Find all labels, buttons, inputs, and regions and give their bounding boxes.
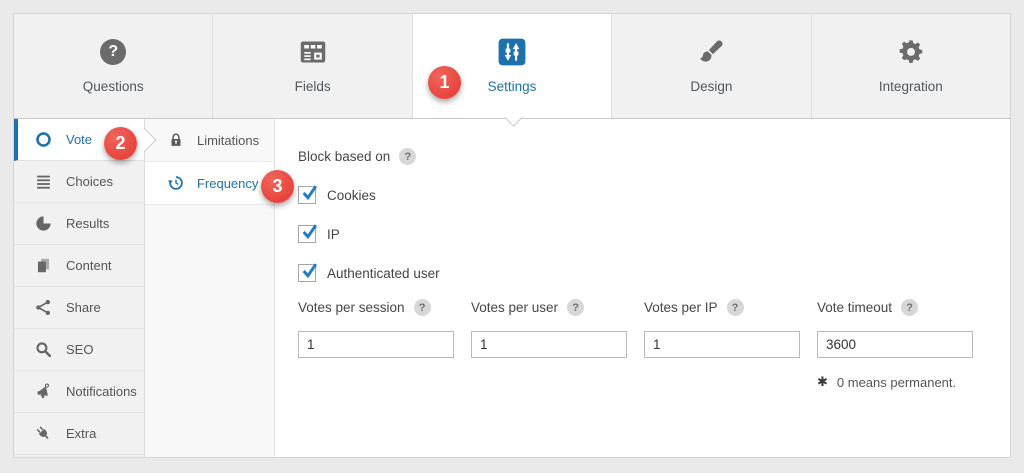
field-label: Vote timeout: [817, 300, 893, 315]
tab-label: Integration: [878, 79, 943, 94]
frequency-settings-panel: Block based on ? Cookies IP Authenticate…: [275, 119, 1010, 457]
sidebar-item-label: Content: [66, 258, 112, 273]
authenticated-user-checkbox[interactable]: [298, 263, 318, 282]
note-text: 0 means permanent.: [836, 374, 957, 390]
checkbox-label: Cookies: [327, 187, 376, 203]
form-fields-icon: [299, 38, 327, 66]
block-based-on-label: Block based on: [298, 149, 391, 164]
sidebar-item-label: Share: [66, 300, 101, 315]
tab-label: Fields: [294, 79, 331, 94]
votes-per-user-field: Votes per user?: [471, 299, 627, 358]
vote-timeout-field: Vote timeout?: [817, 299, 973, 358]
settings-sidebar: Vote Choices Results Content Share SEO N…: [14, 119, 145, 457]
tab-questions[interactable]: ? Questions: [14, 14, 214, 118]
authenticated-user-row: Authenticated user: [298, 263, 990, 282]
help-icon[interactable]: ?: [567, 299, 585, 316]
votes-per-session-input[interactable]: [298, 331, 454, 358]
submenu-item-label: Limitations: [196, 132, 260, 148]
timeout-note: ✱ 0 means permanent.: [817, 374, 990, 390]
tab-design[interactable]: Design: [612, 14, 812, 118]
list-lines-icon: [33, 172, 53, 191]
submenu-item-frequency[interactable]: Frequency: [144, 162, 274, 205]
cookies-row: Cookies: [298, 185, 990, 204]
megaphone-icon: [33, 382, 53, 401]
votes-per-ip-field: Votes per IP?: [644, 299, 800, 358]
sidebar-item-label: Notifications: [66, 384, 137, 399]
tab-label: Questions: [82, 79, 144, 94]
field-label: Votes per IP: [644, 300, 718, 315]
sidebar-item-content[interactable]: Content: [14, 245, 144, 287]
share-nodes-icon: [33, 298, 53, 317]
sidebar-item-seo[interactable]: SEO: [14, 329, 144, 371]
asterisk-icon: ✱: [817, 374, 828, 389]
question-circle-icon: ?: [99, 38, 127, 66]
sliders-icon: [498, 38, 526, 66]
help-icon[interactable]: ?: [901, 299, 919, 316]
tab-label: Design: [690, 79, 733, 94]
vote-submenu: Limitations Frequency: [144, 119, 275, 457]
checkbox-label: IP: [327, 226, 340, 242]
magnifier-icon: [33, 340, 53, 359]
settings-body: Vote Choices Results Content Share SEO N…: [13, 118, 1011, 458]
sidebar-item-label: Results: [66, 216, 110, 231]
sidebar-item-share[interactable]: Share: [14, 287, 144, 329]
votes-per-user-input[interactable]: [471, 331, 627, 358]
top-tab-bar: ? Questions Fields Settings Design Integ…: [13, 13, 1011, 118]
sidebar-item-label: Choices: [66, 174, 113, 189]
sidebar-item-extra[interactable]: Extra: [14, 413, 144, 455]
plug-icon: [33, 424, 53, 443]
vote-limit-fields: Votes per session? Votes per user? Votes…: [298, 299, 990, 358]
sidebar-item-choices[interactable]: Choices: [14, 161, 144, 203]
vote-timeout-input[interactable]: [817, 331, 973, 358]
step-badge-1: 1: [428, 66, 461, 99]
submenu-item-label: Frequency: [196, 175, 259, 191]
sidebar-item-label: SEO: [66, 342, 94, 357]
pages-icon: [33, 256, 53, 275]
step-badge-3: 3: [261, 170, 294, 203]
block-based-on-row: Block based on ?: [298, 148, 990, 165]
help-icon[interactable]: ?: [413, 299, 431, 316]
ip-checkbox[interactable]: [298, 224, 318, 243]
ip-row: IP: [298, 224, 990, 243]
poll-settings-page: ? Questions Fields Settings Design Integ…: [0, 0, 1024, 473]
checkbox-label: Authenticated user: [327, 265, 440, 281]
submenu-item-limitations[interactable]: Limitations: [144, 119, 274, 162]
sidebar-item-notifications[interactable]: Notifications: [14, 371, 144, 413]
sidebar-item-results[interactable]: Results: [14, 203, 144, 245]
tab-fields[interactable]: Fields: [213, 14, 413, 118]
poll-editor-widget: ? Questions Fields Settings Design Integ…: [13, 13, 1011, 458]
history-clock-icon: [167, 174, 185, 192]
paintbrush-icon: [697, 38, 725, 66]
votes-per-session-field: Votes per session?: [298, 299, 454, 358]
field-label: Votes per session: [298, 300, 405, 315]
sidebar-item-label: Extra: [66, 426, 97, 441]
field-label: Votes per user: [471, 300, 559, 315]
help-icon[interactable]: ?: [399, 148, 417, 165]
sidebar-item-label: Vote: [66, 132, 93, 147]
pie-chart-icon: [33, 214, 53, 233]
cookies-checkbox[interactable]: [298, 185, 318, 204]
votes-per-ip-input[interactable]: [644, 331, 800, 358]
tab-label: Settings: [487, 79, 537, 94]
step-badge-2: 2: [104, 127, 137, 160]
tab-integration[interactable]: Integration: [812, 14, 1010, 118]
circle-outline-icon: [33, 130, 53, 149]
gear-icon: [897, 38, 925, 66]
help-icon[interactable]: ?: [726, 299, 744, 316]
lock-icon: [167, 131, 185, 149]
